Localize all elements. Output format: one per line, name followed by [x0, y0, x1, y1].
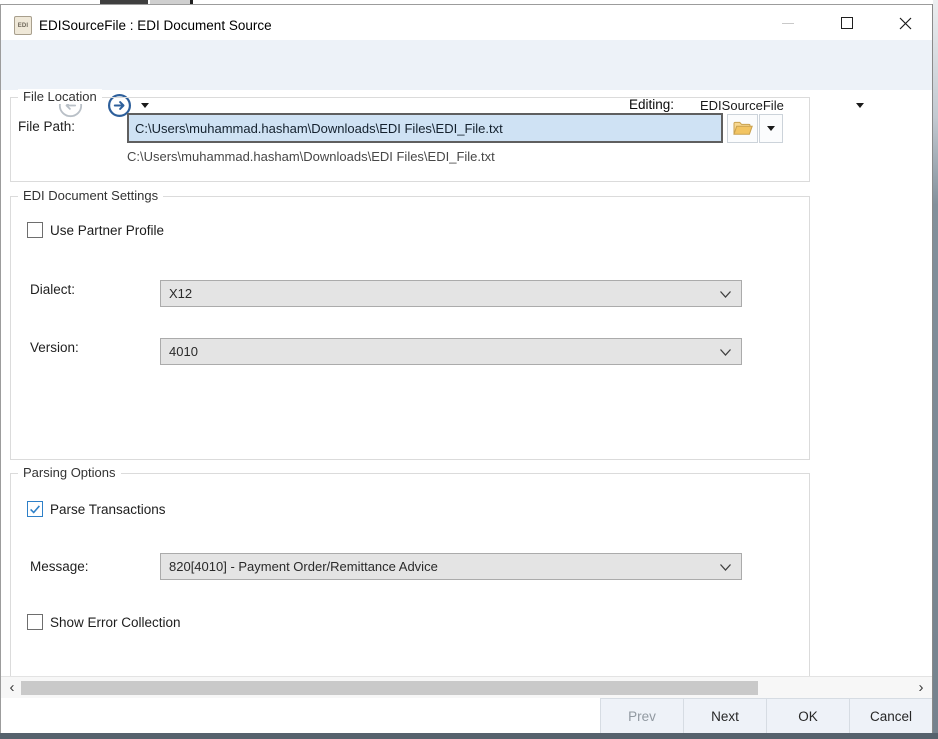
use-partner-profile-checkbox-row[interactable]: Use Partner Profile — [27, 222, 164, 238]
browse-file-button[interactable] — [727, 114, 758, 143]
title-bar: EDI EDISourceFile : EDI Document Source — [1, 5, 932, 40]
file-path-label: File Path: — [18, 119, 75, 134]
minimize-button[interactable] — [765, 9, 810, 37]
checkmark-icon — [28, 501, 42, 517]
scroll-left-arrow-icon[interactable]: ‹ — [4, 677, 20, 699]
checkbox-icon[interactable] — [27, 614, 43, 630]
scroll-right-arrow-icon[interactable]: › — [913, 677, 929, 699]
dropdown-caret-icon — [767, 126, 775, 131]
file-path-dropdown-button[interactable] — [759, 114, 783, 143]
navigation-toolbar: Editing: EDISourceFile — [1, 40, 932, 90]
group-legend: Parsing Options — [18, 465, 121, 480]
cancel-button[interactable]: Cancel — [850, 699, 932, 733]
dialect-label: Dialect: — [30, 282, 75, 297]
version-label: Version: — [30, 340, 79, 355]
close-button[interactable] — [883, 9, 928, 37]
chevron-down-icon — [719, 290, 732, 299]
horizontal-scrollbar[interactable]: ‹ › — [1, 676, 932, 698]
file-path-input[interactable] — [127, 113, 723, 143]
maximize-icon — [841, 17, 853, 29]
version-combobox[interactable]: 4010 — [160, 338, 742, 365]
window-shadow-edge — [933, 0, 938, 733]
window-title: EDISourceFile : EDI Document Source — [39, 18, 272, 33]
dialect-combobox-value: X12 — [169, 286, 192, 301]
maximize-button[interactable] — [824, 9, 869, 37]
show-error-collection-label: Show Error Collection — [50, 615, 181, 630]
parse-transactions-checkbox-row[interactable]: Parse Transactions — [27, 501, 166, 517]
checkbox-icon[interactable] — [27, 501, 43, 517]
message-combobox[interactable]: 820[4010] - Payment Order/Remittance Adv… — [160, 553, 742, 580]
dialog-window: EDI EDISourceFile : EDI Document Source — [0, 0, 938, 739]
dialog-border — [0, 4, 1, 733]
ok-button[interactable]: OK — [767, 699, 850, 733]
message-label: Message: — [30, 559, 89, 574]
footer-button-bar: Prev Next OK Cancel — [1, 698, 932, 733]
show-error-collection-checkbox-row[interactable]: Show Error Collection — [27, 614, 181, 630]
group-legend: EDI Document Settings — [18, 188, 163, 203]
dialect-combobox[interactable]: X12 — [160, 280, 742, 307]
file-path-readout: C:\Users\muhammad.hasham\Downloads\EDI F… — [127, 149, 495, 164]
chevron-down-icon — [719, 563, 732, 572]
version-combobox-value: 4010 — [169, 344, 198, 359]
close-icon — [899, 17, 912, 30]
prev-button[interactable]: Prev — [601, 699, 684, 733]
window-shadow-edge — [0, 733, 938, 739]
footer-button-group: Prev Next OK Cancel — [600, 698, 932, 733]
message-combobox-value: 820[4010] - Payment Order/Remittance Adv… — [169, 559, 438, 574]
group-legend: File Location — [18, 89, 102, 104]
folder-icon — [733, 121, 753, 136]
checkbox-icon[interactable] — [27, 222, 43, 238]
edi-document-icon: EDI — [14, 16, 32, 35]
parse-transactions-label: Parse Transactions — [50, 502, 166, 517]
dropdown-caret-icon — [856, 103, 864, 108]
chevron-down-icon — [719, 348, 732, 357]
use-partner-profile-label: Use Partner Profile — [50, 223, 164, 238]
scrollbar-thumb[interactable] — [21, 681, 758, 695]
minimize-icon — [782, 23, 794, 24]
next-button[interactable]: Next — [684, 699, 767, 733]
